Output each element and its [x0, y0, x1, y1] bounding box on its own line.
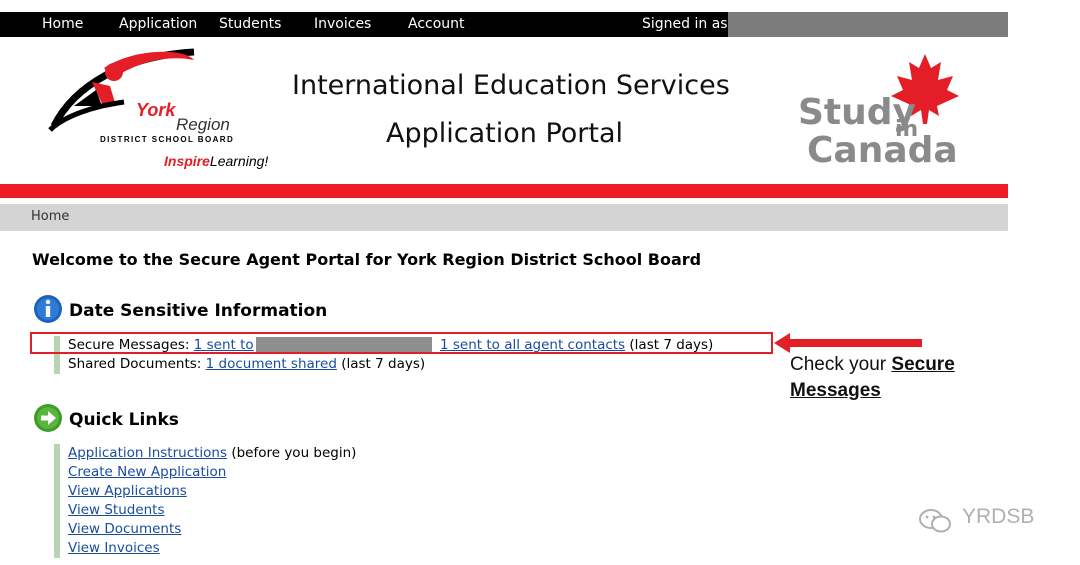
header-red-bar: [0, 184, 1008, 198]
annotation-bold-2: Messages: [790, 380, 881, 401]
view-documents-link[interactable]: View Documents: [68, 521, 181, 537]
signed-in-label: Signed in as: [642, 16, 728, 32]
view-students-link[interactable]: View Students: [68, 502, 165, 518]
arrow-right-circle-icon: [34, 404, 62, 432]
view-applications-link[interactable]: View Applications: [68, 483, 187, 499]
application-instructions-link[interactable]: Application Instructions: [68, 445, 227, 461]
logo-region-text: Region: [176, 115, 230, 134]
logo-tag-rest: Learning!: [210, 153, 268, 169]
create-new-application-link[interactable]: Create New Application: [68, 464, 226, 480]
page-title-line2: Application Portal: [386, 118, 624, 149]
info-icon: [34, 295, 62, 323]
highlight-box: [30, 332, 773, 354]
annotation-bold-1: Secure: [891, 354, 955, 375]
breadcrumb: Home: [0, 204, 1008, 231]
watermark-text: YRDSB: [962, 505, 1035, 528]
annotation-text: Check your Secure Messages: [790, 352, 955, 404]
list-item: Application Instructions (before you beg…: [68, 445, 356, 461]
page-title-line1: International Education Services: [292, 70, 730, 101]
date-sensitive-title: Date Sensitive Information: [69, 301, 328, 321]
instructions-note: (before you begin): [231, 445, 357, 461]
welcome-heading: Welcome to the Secure Agent Portal for Y…: [32, 250, 702, 269]
shared-documents-label: Shared Documents:: [68, 356, 202, 372]
nav-home[interactable]: Home: [42, 16, 83, 32]
top-nav: Home Application Students Invoices Accou…: [0, 12, 1008, 37]
shared-documents-row: Shared Documents: 1 document shared (las…: [68, 356, 425, 372]
redacted-username: [728, 12, 1008, 37]
wechat-icon: [919, 509, 951, 533]
nav-students[interactable]: Students: [219, 16, 281, 32]
view-invoices-link[interactable]: View Invoices: [68, 540, 160, 556]
yrdsb-logo: York Region DISTRICT SCHOOL BOARD Inspir…: [48, 48, 268, 169]
shared-documents-suffix: (last 7 days): [341, 356, 426, 372]
logo-york-text: York: [136, 100, 176, 120]
nav-application[interactable]: Application: [119, 16, 197, 32]
svg-text:InspireLearning!: InspireLearning!: [164, 153, 268, 169]
quick-links-title: Quick Links: [69, 410, 179, 430]
shared-documents-link[interactable]: 1 document shared: [206, 356, 337, 372]
annotation-prefix: Check your: [790, 354, 887, 375]
arrow-shaft: [788, 339, 922, 347]
nav-invoices[interactable]: Invoices: [314, 16, 371, 32]
section-bar: [54, 444, 60, 558]
study-in-canada-logo: Study in Canada: [798, 54, 959, 170]
logo-canada-text: Canada: [807, 130, 958, 170]
breadcrumb-home[interactable]: Home: [31, 209, 69, 224]
nav-account[interactable]: Account: [408, 16, 465, 32]
logo-tag-bold: Inspire: [164, 153, 210, 169]
logo-board-text: DISTRICT SCHOOL BOARD: [100, 135, 234, 144]
